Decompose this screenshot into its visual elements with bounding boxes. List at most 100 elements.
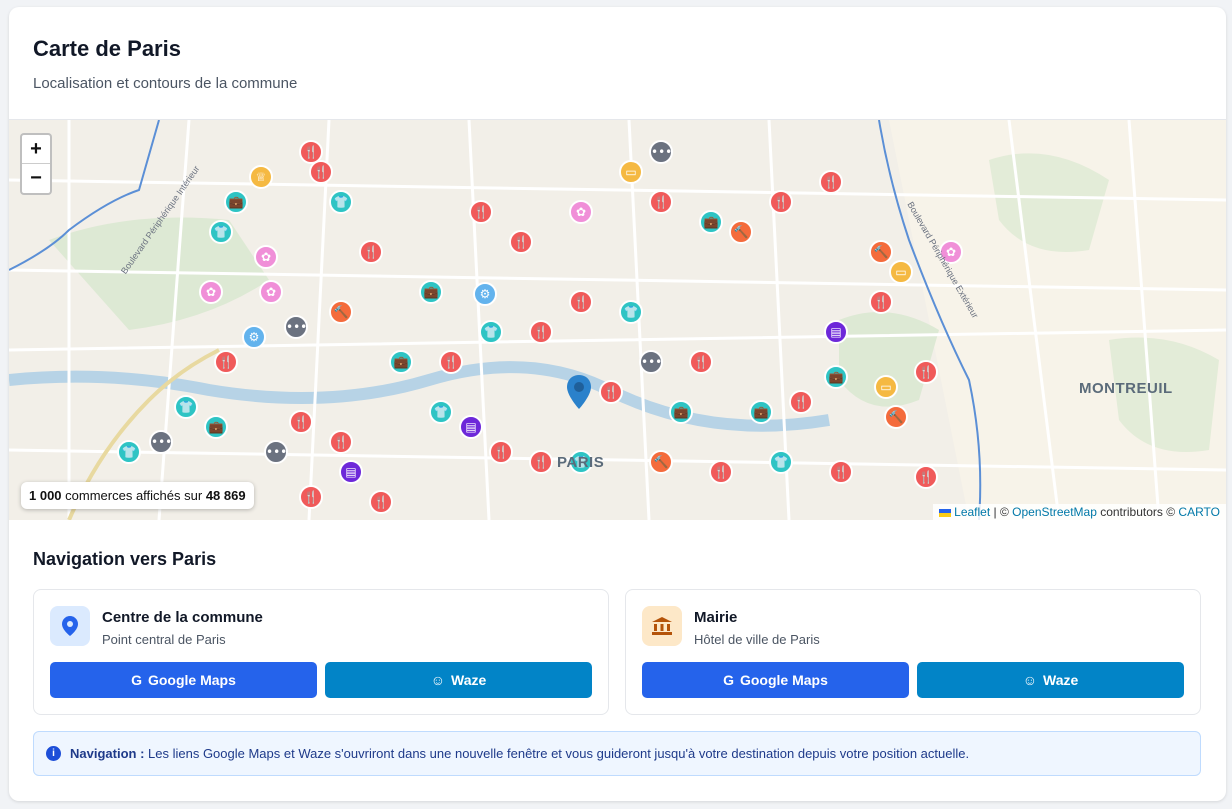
- info-text: Les liens Google Maps et Waze s'ouvriron…: [144, 746, 970, 761]
- google-icon: G: [131, 672, 142, 688]
- mairie-waze-button[interactable]: ☺ Waze: [917, 662, 1184, 698]
- page-card: Carte de Paris Localisation et contours …: [9, 7, 1226, 801]
- navigation-info-banner: i Navigation : Les liens Google Maps et …: [33, 731, 1201, 776]
- marker-artisan[interactable]: 🔨: [869, 240, 893, 264]
- mairie-google-label: Google Maps: [739, 672, 828, 688]
- marker-health[interactable]: ⚙: [473, 282, 497, 306]
- marker-service[interactable]: •••: [284, 315, 308, 339]
- marker-shop[interactable]: 💼: [204, 415, 228, 439]
- marker-shop[interactable]: 👕: [479, 320, 503, 344]
- marker-restaurant[interactable]: 🍴: [509, 230, 533, 254]
- marker-restaurant[interactable]: 🍴: [649, 190, 673, 214]
- info-icon: i: [46, 746, 61, 761]
- waze-icon: ☺: [430, 672, 445, 688]
- marker-shop[interactable]: 💼: [749, 400, 773, 424]
- marker-artisan[interactable]: 🔨: [884, 405, 908, 429]
- marker-service[interactable]: •••: [149, 430, 173, 454]
- map-canvas[interactable]: 🍴 👕 ✿ 👕 ••• 🍴 💼 🍴 🍴 ✿ ▭ 🍴 💼 🔨 🍴 🍴 🔨 ✿ ▭ …: [9, 120, 1226, 520]
- center-card-subtitle: Point central de Paris: [102, 632, 226, 647]
- marker-books[interactable]: ▤: [824, 320, 848, 344]
- zoom-out-button[interactable]: −: [22, 164, 50, 193]
- commerce-count-badge: 1 000 commerces affichés sur 48 869: [21, 482, 254, 509]
- marker-restaurant[interactable]: 🍴: [689, 350, 713, 374]
- carto-link[interactable]: CARTO: [1178, 505, 1220, 519]
- marker-shop[interactable]: 💼: [669, 400, 693, 424]
- marker-shop[interactable]: 👕: [174, 395, 198, 419]
- marker-restaurant[interactable]: 🍴: [299, 485, 323, 509]
- marker-artisan[interactable]: 🔨: [649, 450, 673, 474]
- marker-shop[interactable]: 💼: [389, 350, 413, 374]
- marker-shop[interactable]: 👕: [329, 190, 353, 214]
- marker-artisan[interactable]: 🔨: [729, 220, 753, 244]
- marker-beauty[interactable]: ✿: [259, 280, 283, 304]
- marker-restaurant[interactable]: 🍴: [914, 465, 938, 489]
- marker-shop[interactable]: 👕: [117, 440, 141, 464]
- marker-restaurant[interactable]: 🍴: [529, 320, 553, 344]
- marker-shop[interactable]: 💼: [824, 365, 848, 389]
- marker-restaurant[interactable]: 🍴: [599, 380, 623, 404]
- marker-restaurant[interactable]: 🍴: [369, 490, 393, 514]
- mairie-nav-card: Mairie Hôtel de ville de Paris G Google M…: [625, 589, 1201, 715]
- marker-shop[interactable]: 💼: [419, 280, 443, 304]
- marker-service[interactable]: •••: [264, 440, 288, 464]
- map-attribution: Leaflet | © OpenStreetMap contributors ©…: [933, 504, 1226, 520]
- page-title: Carte de Paris: [33, 36, 181, 61]
- marker-restaurant[interactable]: 🍴: [829, 460, 853, 484]
- card-header: Carte de Paris Localisation et contours …: [9, 7, 1226, 120]
- marker-restaurant[interactable]: 🍴: [869, 290, 893, 314]
- marker-restaurant[interactable]: 🍴: [329, 430, 353, 454]
- marker-beauty[interactable]: ✿: [569, 200, 593, 224]
- marker-restaurant[interactable]: 🍴: [914, 360, 938, 384]
- marker-restaurant[interactable]: 🍴: [709, 460, 733, 484]
- marker-shop[interactable]: 👕: [209, 220, 233, 244]
- map-label-paris: PARIS: [557, 454, 605, 471]
- marker-restaurant[interactable]: 🍴: [359, 240, 383, 264]
- waze-icon: ☺: [1022, 672, 1037, 688]
- count-total: 48 869: [205, 488, 246, 503]
- marker-hotel[interactable]: ♕: [249, 165, 273, 189]
- marker-restaurant[interactable]: 🍴: [214, 350, 238, 374]
- marker-restaurant[interactable]: 🍴: [819, 170, 843, 194]
- marker-shop[interactable]: 💼: [699, 210, 723, 234]
- marker-restaurant[interactable]: 🍴: [439, 350, 463, 374]
- marker-restaurant[interactable]: 🍴: [769, 190, 793, 214]
- map-label-montreuil: MONTREUIL: [1079, 380, 1173, 397]
- marker-shop[interactable]: 👕: [619, 300, 643, 324]
- marker-artisan[interactable]: 🔨: [329, 300, 353, 324]
- marker-books[interactable]: ▤: [339, 460, 363, 484]
- marker-beauty[interactable]: ✿: [254, 245, 278, 269]
- marker-service[interactable]: •••: [649, 140, 673, 164]
- marker-books[interactable]: ▤: [459, 415, 483, 439]
- marker-restaurant[interactable]: 🍴: [289, 410, 313, 434]
- marker-shop[interactable]: 💼: [224, 190, 248, 214]
- marker-beauty[interactable]: ✿: [199, 280, 223, 304]
- marker-shop[interactable]: 👕: [429, 400, 453, 424]
- location-pin-icon[interactable]: [567, 375, 591, 409]
- marker-shop[interactable]: 👕: [769, 450, 793, 474]
- google-icon: G: [723, 672, 734, 688]
- marker-service[interactable]: •••: [639, 350, 663, 374]
- osm-link[interactable]: OpenStreetMap: [1012, 505, 1097, 519]
- mairie-waze-label: Waze: [1043, 672, 1079, 688]
- center-waze-label: Waze: [451, 672, 487, 688]
- marker-restaurant[interactable]: 🍴: [569, 290, 593, 314]
- marker-restaurant[interactable]: 🍴: [299, 140, 323, 164]
- count-middle: commerces affichés sur: [61, 488, 206, 503]
- marker-health[interactable]: ⚙: [242, 325, 266, 349]
- marker-restaurant[interactable]: 🍴: [469, 200, 493, 224]
- center-google-maps-button[interactable]: G Google Maps: [50, 662, 317, 698]
- marker-hotel[interactable]: ▭: [889, 260, 913, 284]
- attribution-sep: | ©: [990, 505, 1013, 519]
- marker-restaurant[interactable]: 🍴: [489, 440, 513, 464]
- attribution-mid: contributors ©: [1096, 505, 1179, 519]
- zoom-in-button[interactable]: +: [22, 135, 50, 164]
- marker-hotel[interactable]: ▭: [874, 375, 898, 399]
- marker-hotel[interactable]: ▭: [619, 160, 643, 184]
- center-waze-button[interactable]: ☺ Waze: [325, 662, 592, 698]
- mairie-google-maps-button[interactable]: G Google Maps: [642, 662, 909, 698]
- marker-restaurant[interactable]: 🍴: [529, 450, 553, 474]
- marker-restaurant[interactable]: 🍴: [789, 390, 813, 414]
- mairie-card-subtitle: Hôtel de ville de Paris: [694, 632, 820, 647]
- center-card-title: Centre de la commune: [102, 609, 263, 626]
- leaflet-link[interactable]: Leaflet: [954, 505, 990, 519]
